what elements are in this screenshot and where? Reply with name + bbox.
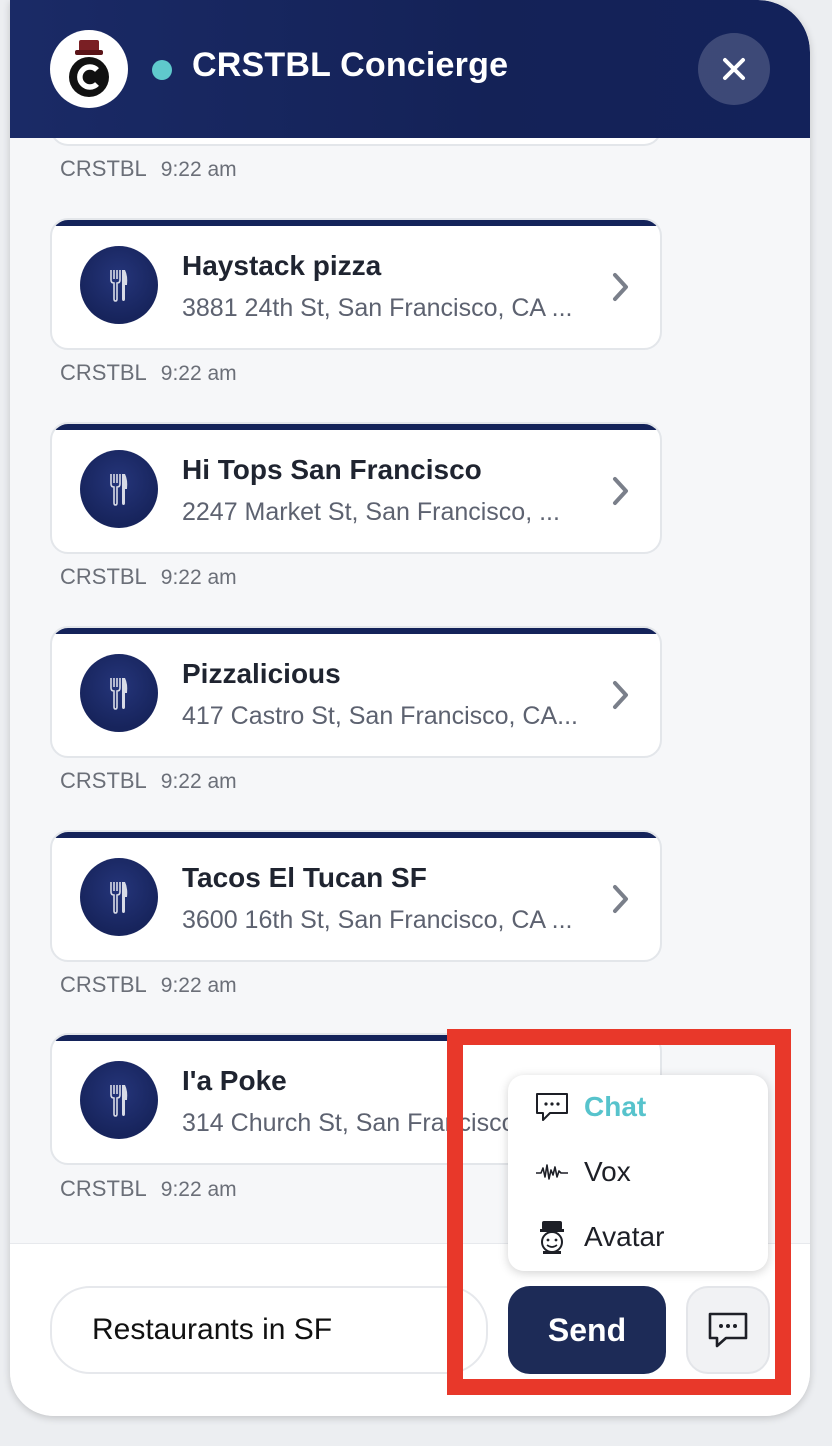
restaurant-card-partial[interactable] (50, 138, 662, 146)
message-time: 9:22 am (160, 974, 237, 997)
message-meta: CRSTBL 9:22 am (60, 768, 237, 794)
message-input[interactable] (50, 1286, 488, 1374)
restaurant-address: 417 Castro St, San Francisco, CA... (182, 702, 578, 730)
restaurant-avatar (80, 246, 158, 324)
restaurant-avatar (80, 450, 158, 528)
chevron-right-icon (613, 681, 628, 709)
concierge-logo-icon (69, 40, 109, 97)
chat-title: CRSTBL Concierge (192, 46, 509, 84)
restaurant-name: Tacos El Tucan SF (182, 862, 427, 893)
restaurant-address: 3600 16th St, San Francisco, CA ... (182, 906, 573, 934)
fork-knife-icon (110, 882, 128, 914)
restaurant-avatar (80, 1061, 158, 1139)
restaurant-name: Haystack pizza (182, 250, 382, 281)
close-icon (723, 58, 745, 80)
message-meta: CRSTBL 9:22 am (60, 1176, 237, 1202)
message-sender: CRSTBL (60, 768, 147, 793)
close-button[interactable] (698, 33, 770, 105)
message-sender: CRSTBL (60, 564, 147, 589)
restaurant-name: I'a Poke (182, 1065, 287, 1096)
message-time: 9:22 am (160, 566, 237, 589)
message-sender: CRSTBL (60, 156, 147, 181)
fork-knife-icon (110, 1085, 128, 1117)
message-meta: CRSTBL 9:22 am (60, 564, 237, 590)
fork-knife-icon (110, 474, 128, 506)
chat-header: CRSTBL Concierge (10, 0, 810, 138)
message-sender: CRSTBL (60, 972, 147, 997)
chevron-right-icon (613, 885, 628, 913)
chevron-right-icon (613, 273, 628, 301)
restaurant-card[interactable]: Pizzalicious 417 Castro St, San Francisc… (50, 626, 662, 758)
restaurant-card[interactable]: Tacos El Tucan SF 3600 16th St, San Fran… (50, 830, 662, 962)
restaurant-avatar (80, 858, 158, 936)
restaurant-address: 2247 Market St, San Francisco, ... (182, 498, 560, 526)
message-meta: CRSTBL 9:22 am (60, 360, 237, 386)
restaurant-address: 3881 24th St, San Francisco, CA ... (182, 294, 573, 322)
fork-knife-icon (110, 678, 128, 710)
fork-knife-icon (110, 270, 128, 302)
message-time: 9:22 am (160, 362, 237, 385)
message-meta: CRSTBL 9:22 am (60, 972, 237, 998)
brand-logo (50, 30, 128, 108)
message-sender: CRSTBL (60, 360, 147, 385)
restaurant-card[interactable]: Hi Tops San Francisco 2247 Market St, Sa… (50, 422, 662, 554)
message-time: 9:22 am (160, 770, 237, 793)
message-sender: CRSTBL (60, 1176, 147, 1201)
restaurant-card[interactable]: Haystack pizza 3881 24th St, San Francis… (50, 218, 662, 350)
restaurant-name: Pizzalicious (182, 658, 341, 689)
restaurant-name: Hi Tops San Francisco (182, 454, 482, 485)
annotation-highlight-box (447, 1029, 791, 1395)
restaurant-avatar (80, 654, 158, 732)
message-meta: CRSTBL 9:22 am (60, 156, 237, 182)
chevron-right-icon (613, 477, 628, 505)
online-status-dot (152, 60, 172, 80)
message-time: 9:22 am (160, 1178, 237, 1201)
message-time: 9:22 am (160, 158, 237, 181)
